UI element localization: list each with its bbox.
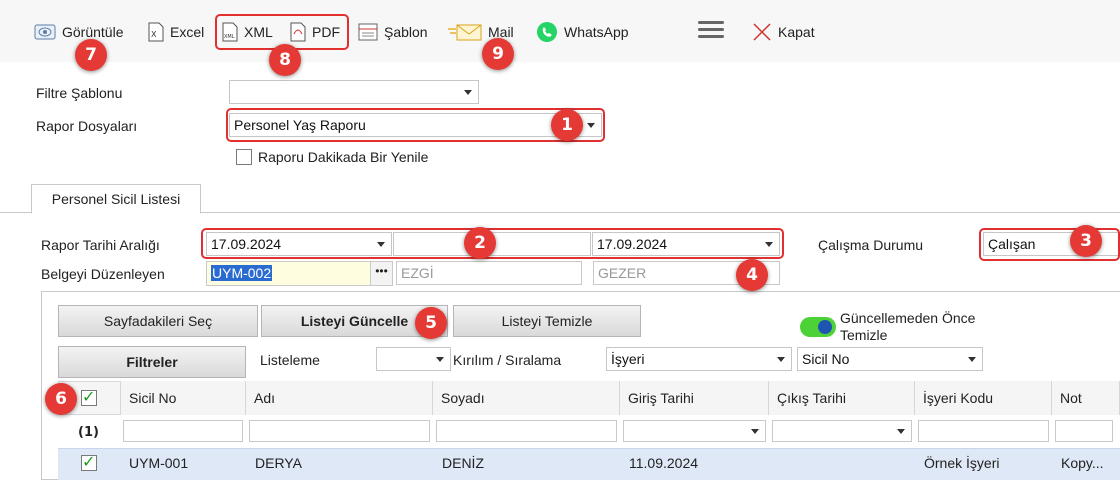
cell-surname: DENİZ [442,455,484,471]
view-button[interactable]: Görüntüle [34,18,123,46]
excel-icon: X [148,22,164,42]
cell-name: DERYA [255,455,302,471]
col-label: Sicil No [129,390,177,406]
col-label: Çıkış Tarihi [777,390,846,406]
close-button[interactable]: Kapat [752,18,815,46]
toolbar: Görüntüle X Excel XML XML PDF Şablon Mai… [0,0,1120,62]
toggle-knob [818,320,832,334]
whatsapp-button[interactable]: WhatsApp [536,18,629,46]
close-icon [753,23,771,41]
breakdown-select[interactable]: İşyeri [606,347,792,371]
ellipsis-icon[interactable]: ••• [370,262,392,285]
tab-label: Personel Sicil Listesi [51,191,181,207]
column-header-workplace-code[interactable]: İşyeri Kodu [915,381,1052,415]
step-badge-5: 5 [415,307,447,339]
chevron-down-icon [968,357,976,362]
chevron-down-icon [464,90,472,95]
excel-button[interactable]: X Excel [148,18,204,46]
row-checkbox[interactable] [81,452,97,472]
refresh-checkbox[interactable] [236,149,252,165]
breakdown-label: Kırılım / Sıralama [453,352,562,368]
template-icon [358,23,378,41]
filter-template-select[interactable] [229,80,479,104]
whatsapp-label: WhatsApp [564,24,629,40]
menu-button[interactable] [698,17,724,45]
work-status-label: Çalışma Durumu [818,237,924,253]
editor-label: Belgeyi Düzenleyen [41,266,165,282]
listing-select[interactable] [376,347,451,371]
svg-text:X: X [151,30,157,39]
excel-label: Excel [170,24,205,40]
close-label: Kapat [778,24,815,40]
chevron-down-icon [436,357,444,362]
date-range-label: Rapor Tarihi Aralığı [41,237,160,253]
sort-value: Sicil No [802,351,850,367]
clear-before-update-toggle[interactable] [800,317,836,337]
select-page-label: Sayfadakileri Seç [103,313,213,329]
column-header-note[interactable]: Not [1052,381,1120,415]
refresh-label: Raporu Dakikada Bir Yenile [258,149,429,165]
editor-code-value: UYM-002 [211,265,273,281]
toggle-label: Güncellemeden Önce Temizle [840,310,976,343]
view-label: Görüntüle [62,24,124,40]
editor-first-name: EZGİ [396,261,582,285]
select-page-button[interactable]: Sayfadakileri Seç [58,305,258,337]
group-count: (1) [78,425,99,440]
step-badge-1: 1 [551,109,583,141]
chevron-down-icon [751,429,759,434]
report-files-label: Rapor Dosyaları [36,118,138,134]
template-button[interactable]: Şablon [358,18,428,46]
update-list-label: Listeyi Güncelle [300,313,409,329]
step-badge-2: 2 [464,227,496,259]
chevron-down-icon [777,357,785,362]
editor-code-input[interactable]: UYM-002 ••• [206,261,393,286]
filter-template-label: Filtre Şablonu [36,85,123,101]
col-label: Soyadı [441,390,485,406]
editor-first-value: EZGİ [401,265,434,281]
column-header-surname[interactable]: Soyadı [433,381,620,415]
hamburger-icon [698,21,724,38]
cell-entry-date: 11.09.2024 [629,455,699,471]
step-badge-7: 7 [75,39,107,71]
filter-note[interactable] [1055,420,1113,442]
column-header-sicil-no[interactable]: Sicil No [120,381,246,415]
column-header-exit-date[interactable]: Çıkış Tarihi [769,381,915,415]
cell-note: Kopy... [1061,455,1104,471]
template-label: Şablon [384,24,428,40]
tab-personnel-list[interactable]: Personel Sicil Listesi [31,184,201,214]
step-badge-4: 4 [736,259,768,291]
col-label: Giriş Tarihi [628,390,694,406]
filter-entry-date[interactable] [623,420,766,442]
col-label: İşyeri Kodu [923,390,994,406]
step-badge-8: 8 [269,44,301,76]
column-header-entry-date[interactable]: Giriş Tarihi [620,381,769,415]
sort-select[interactable]: Sicil No [797,347,983,371]
whatsapp-icon [537,22,557,42]
select-all-checkbox[interactable] [81,387,97,407]
clear-list-label: Listeyi Temizle [501,313,593,329]
chevron-down-icon [897,429,905,434]
filters-label: Filtreler [126,354,178,370]
clear-list-button[interactable]: Listeyi Temizle [453,305,641,337]
view-icon [34,24,56,40]
filter-surname[interactable] [436,420,617,442]
report-files-highlight [226,108,605,142]
filters-button[interactable]: Filtreler [58,346,246,378]
breakdown-value: İşyeri [611,351,645,367]
step-badge-9: 9 [482,38,514,70]
editor-last-value: GEZER [598,265,647,281]
col-label: Not [1060,390,1082,406]
filter-workplace-code[interactable] [918,420,1049,442]
cell-sicil-no: UYM-001 [129,455,189,471]
cell-workplace-code: Örnek İşyeri [924,455,1000,471]
column-header-name[interactable]: Adı [246,381,433,415]
filter-sicil-no[interactable] [123,420,243,442]
filter-exit-date[interactable] [772,420,912,442]
listing-label: Listeleme [260,352,320,368]
col-label: Adı [254,390,276,406]
step-badge-6: 6 [45,383,77,415]
filter-name[interactable] [249,420,430,442]
step-badge-3: 3 [1070,225,1102,257]
mail-icon [448,24,482,41]
